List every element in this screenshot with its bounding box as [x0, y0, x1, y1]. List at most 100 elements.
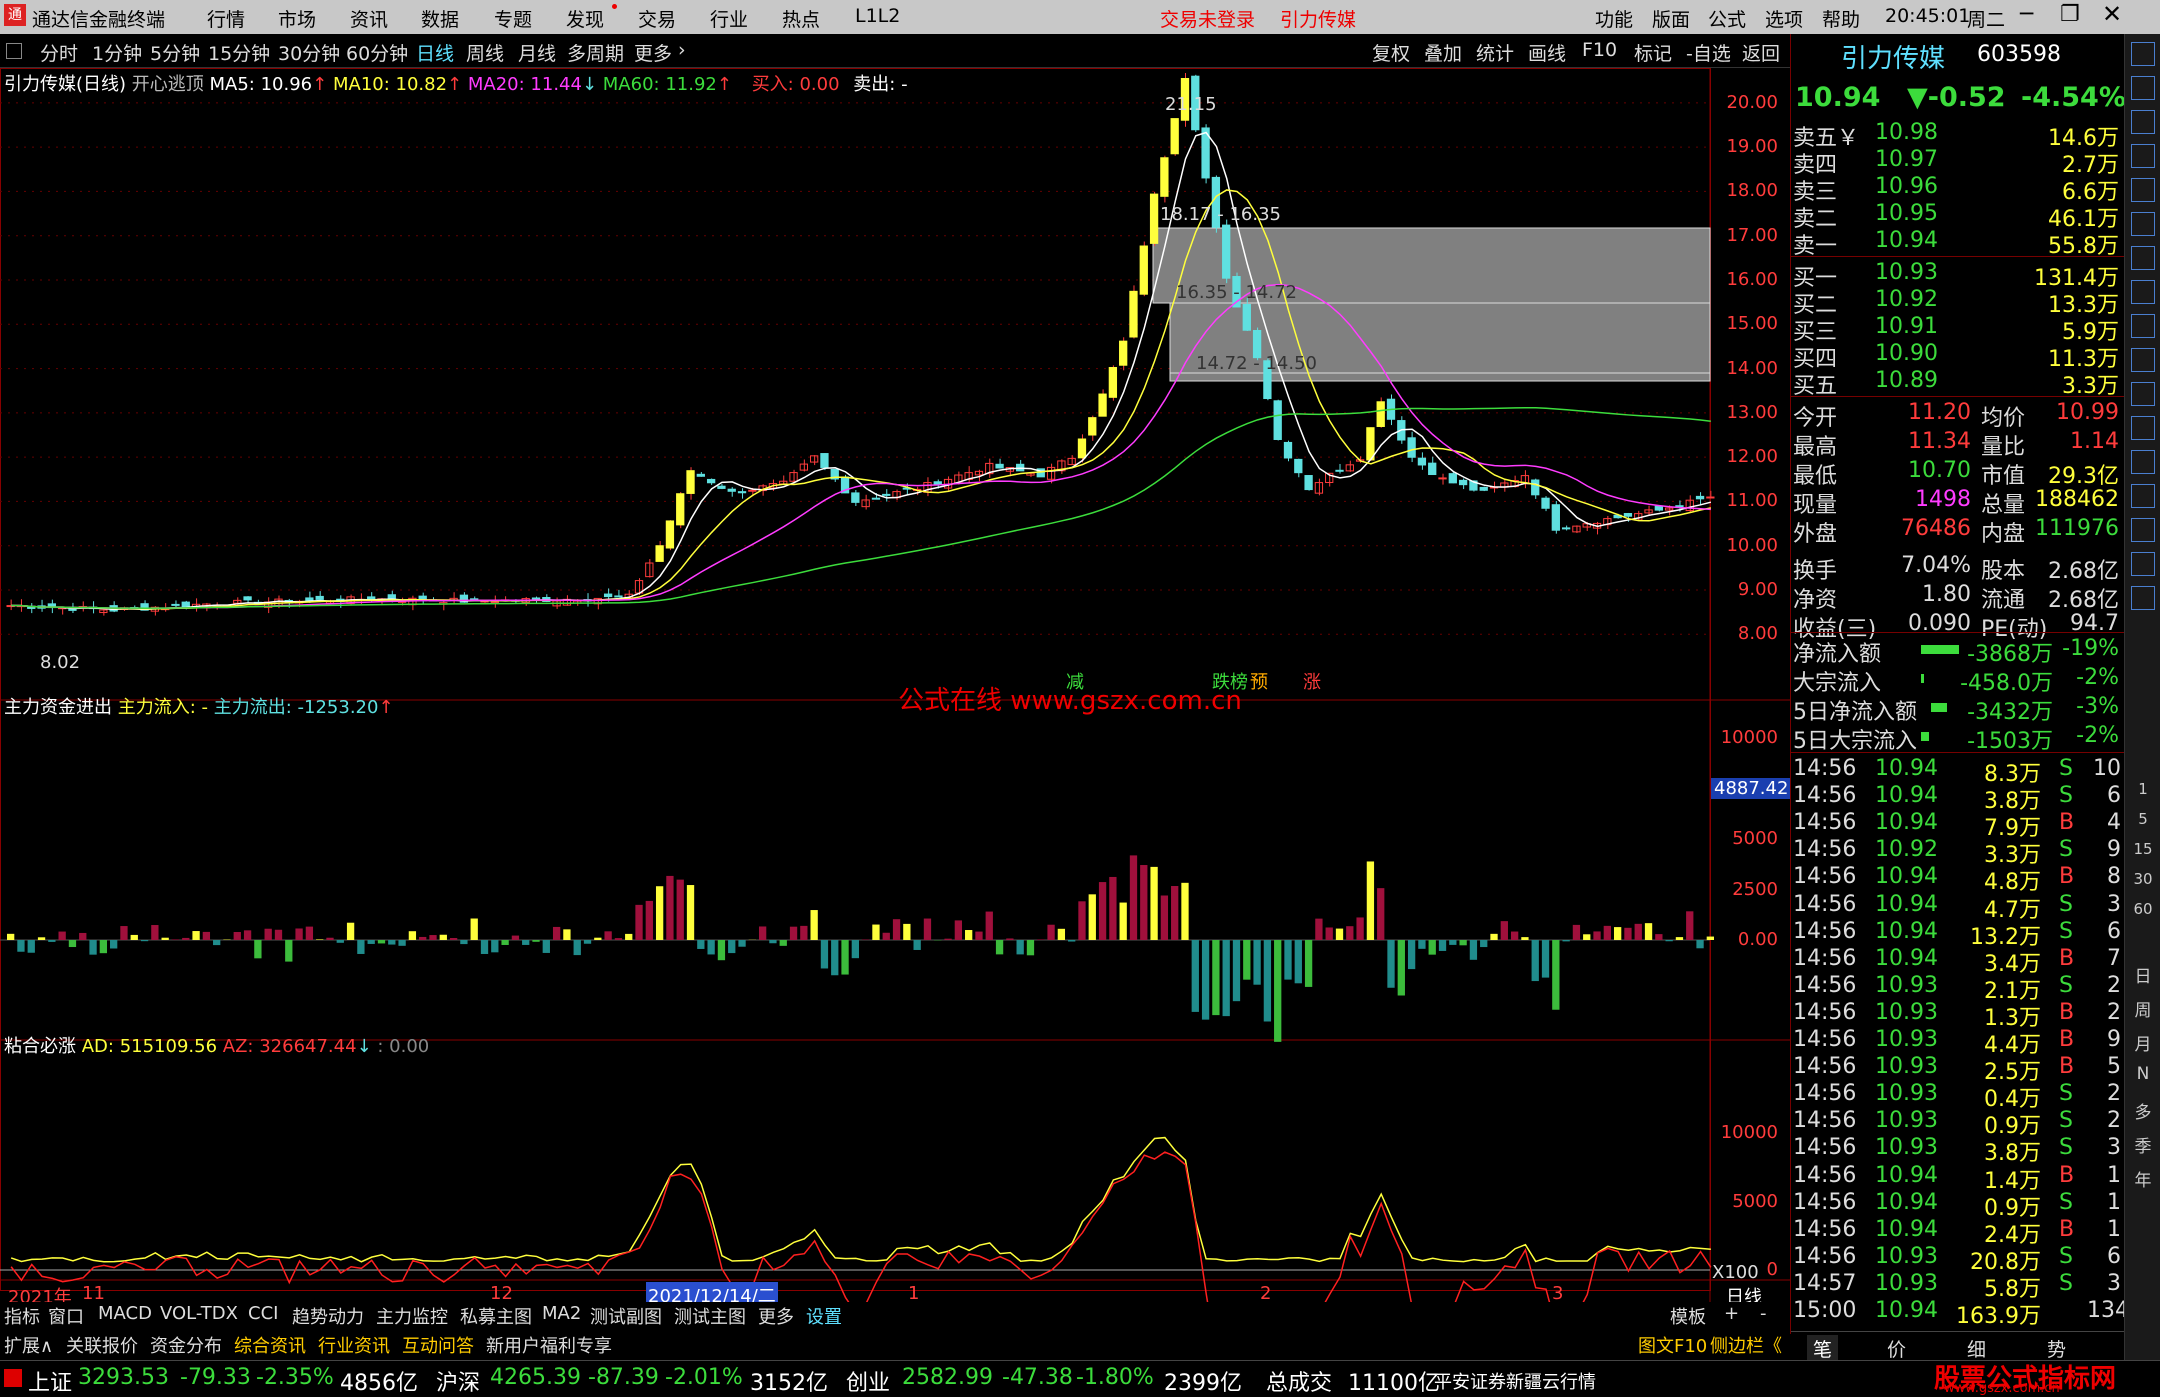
- itab-kuozhan[interactable]: 扩展∧: [4, 1332, 53, 1358]
- tab-30min[interactable]: 30分钟: [278, 39, 340, 66]
- close-icon[interactable]: ✕: [2102, 0, 2122, 28]
- menu-hangye[interactable]: 行业: [710, 5, 748, 32]
- tab-5min[interactable]: 5分钟: [150, 39, 200, 66]
- tab-15min[interactable]: 15分钟: [208, 39, 270, 66]
- side-tool-icon[interactable]: [2131, 450, 2155, 474]
- side-tool-icon[interactable]: [2131, 110, 2155, 134]
- btn-huaxian[interactable]: 画线: [1528, 39, 1566, 66]
- tab-60min[interactable]: 60分钟: [346, 39, 408, 66]
- btn-biaoji[interactable]: 标记: [1634, 39, 1672, 66]
- side-period-1[interactable]: 1: [2125, 780, 2160, 798]
- menu-gongneng[interactable]: 功能: [1595, 5, 1633, 32]
- side-tool-icon[interactable]: [2131, 552, 2155, 576]
- kline-chart[interactable]: [0, 68, 1790, 1302]
- tab-fenshi[interactable]: 分时: [40, 39, 78, 66]
- idx-cy[interactable]: 创业: [846, 1365, 890, 1397]
- btab-minus[interactable]: -: [1760, 1303, 1767, 1324]
- restore-icon[interactable]: ❐: [2060, 2, 2080, 27]
- menu-zixun[interactable]: 资讯: [350, 5, 388, 32]
- menu-shuju[interactable]: 数据: [421, 5, 459, 32]
- menu-faxian[interactable]: 发现: [566, 5, 604, 32]
- menu-hangqing[interactable]: 行情: [207, 5, 245, 32]
- side-cycle-1[interactable]: 周: [2125, 996, 2160, 1021]
- itab-tuwen[interactable]: 图文F10: [1638, 1332, 1707, 1358]
- side-tool-icon[interactable]: [2131, 382, 2155, 406]
- side-cycle-5[interactable]: 季: [2125, 1132, 2160, 1157]
- chevron-right-icon[interactable]: ›: [678, 39, 686, 61]
- itab-guanlian[interactable]: 关联报价: [66, 1332, 138, 1358]
- menu-banmian[interactable]: 版面: [1652, 5, 1690, 32]
- minimize-icon[interactable]: ─: [2020, 2, 2033, 27]
- btab-macd[interactable]: MACD: [98, 1303, 152, 1324]
- ttab-bi[interactable]: 笔: [1807, 1335, 1838, 1362]
- btab-chuangkou[interactable]: 窗口: [48, 1303, 84, 1329]
- btab-more[interactable]: 更多: [758, 1303, 794, 1329]
- tab-multi[interactable]: 多周期: [567, 39, 624, 66]
- side-cycle-6[interactable]: 年: [2125, 1166, 2160, 1191]
- btab-cci[interactable]: CCI: [248, 1303, 278, 1324]
- itab-hangye[interactable]: 行业资讯: [318, 1332, 390, 1358]
- side-tool-icon[interactable]: [2131, 42, 2155, 66]
- side-tool-icon[interactable]: [2131, 314, 2155, 338]
- side-cycle-0[interactable]: 日: [2125, 962, 2160, 987]
- side-tool-icon[interactable]: [2131, 212, 2155, 236]
- btab-zhuli[interactable]: 主力监控: [376, 1303, 448, 1329]
- btab-cezhutu[interactable]: 测试主图: [674, 1303, 746, 1329]
- ttab-jia[interactable]: 价: [1887, 1335, 1906, 1362]
- login-status[interactable]: 交易未登录: [1160, 5, 1255, 32]
- menu-bangzhu[interactable]: 帮助: [1822, 5, 1860, 32]
- itab-hudong[interactable]: 互动问答: [402, 1332, 474, 1358]
- tab-weekly[interactable]: 周线: [466, 39, 504, 66]
- btn-tongji[interactable]: 统计: [1476, 39, 1514, 66]
- menu-gongshi[interactable]: 公式: [1708, 5, 1746, 32]
- side-tool-icon[interactable]: [2131, 144, 2155, 168]
- side-tool-icon[interactable]: [2131, 280, 2155, 304]
- tab-1min[interactable]: 1分钟: [92, 39, 142, 66]
- menu-jiaoyi[interactable]: 交易: [638, 5, 676, 32]
- btab-simu[interactable]: 私募主图: [460, 1303, 532, 1329]
- side-tool-icon[interactable]: [2131, 246, 2155, 270]
- btab-plus[interactable]: +: [1724, 1303, 1739, 1324]
- itab-zonghe[interactable]: 综合资讯: [234, 1332, 306, 1358]
- btab-qushi[interactable]: 趋势动力: [292, 1303, 364, 1329]
- menu-zhuanti[interactable]: 专题: [494, 5, 532, 32]
- itab-zijin[interactable]: 资金分布: [150, 1332, 222, 1358]
- btn-fuquan[interactable]: 复权: [1372, 39, 1410, 66]
- idx-hs[interactable]: 沪深: [436, 1365, 480, 1397]
- btab-vol[interactable]: VOL-TDX: [160, 1303, 238, 1324]
- tab-monthly[interactable]: 月线: [518, 39, 556, 66]
- side-period-5[interactable]: 5: [2125, 810, 2160, 828]
- btn-zixuan[interactable]: -自选: [1686, 39, 1731, 66]
- btab-shezhi[interactable]: 设置: [806, 1303, 842, 1329]
- side-tool-icon[interactable]: [2131, 76, 2155, 100]
- side-period-15[interactable]: 15: [2125, 840, 2160, 858]
- side-tool-icon[interactable]: [2131, 518, 2155, 542]
- itab-cebian[interactable]: 侧边栏《: [1710, 1332, 1782, 1358]
- side-period-60[interactable]: 60: [2125, 900, 2160, 918]
- btn-f10[interactable]: F10: [1582, 39, 1617, 61]
- side-cycle-2[interactable]: 月: [2125, 1030, 2160, 1055]
- side-cycle-3[interactable]: N: [2125, 1064, 2160, 1084]
- itab-xinyonghu[interactable]: 新用户福利专享: [486, 1332, 612, 1358]
- side-tool-icon[interactable]: [2131, 178, 2155, 202]
- btab-ma2[interactable]: MA2: [542, 1303, 581, 1324]
- side-tool-icon[interactable]: [2131, 586, 2155, 610]
- menu-shichang[interactable]: 市场: [278, 5, 316, 32]
- menu-l1l2[interactable]: L1L2: [855, 5, 900, 27]
- tab-daily[interactable]: 日线: [416, 39, 454, 66]
- menu-redian[interactable]: 热点: [782, 5, 820, 32]
- btab-cefutu[interactable]: 测试副图: [590, 1303, 662, 1329]
- side-tool-icon[interactable]: [2131, 416, 2155, 440]
- btn-fanhui[interactable]: 返回: [1742, 39, 1780, 66]
- menu-xuanxiang[interactable]: 选项: [1765, 5, 1803, 32]
- side-tool-icon[interactable]: [2131, 348, 2155, 372]
- btab-moban[interactable]: 模板: [1670, 1303, 1706, 1329]
- toggle-icon[interactable]: [6, 43, 22, 59]
- side-period-30[interactable]: 30: [2125, 870, 2160, 888]
- btn-diejia[interactable]: 叠加: [1424, 39, 1462, 66]
- tab-more[interactable]: 更多: [634, 39, 672, 66]
- btab-zhibiao[interactable]: 指标: [4, 1303, 40, 1329]
- idx-sh[interactable]: 上证: [28, 1365, 72, 1397]
- side-cycle-4[interactable]: 多: [2125, 1098, 2160, 1123]
- side-tool-icon[interactable]: [2131, 484, 2155, 508]
